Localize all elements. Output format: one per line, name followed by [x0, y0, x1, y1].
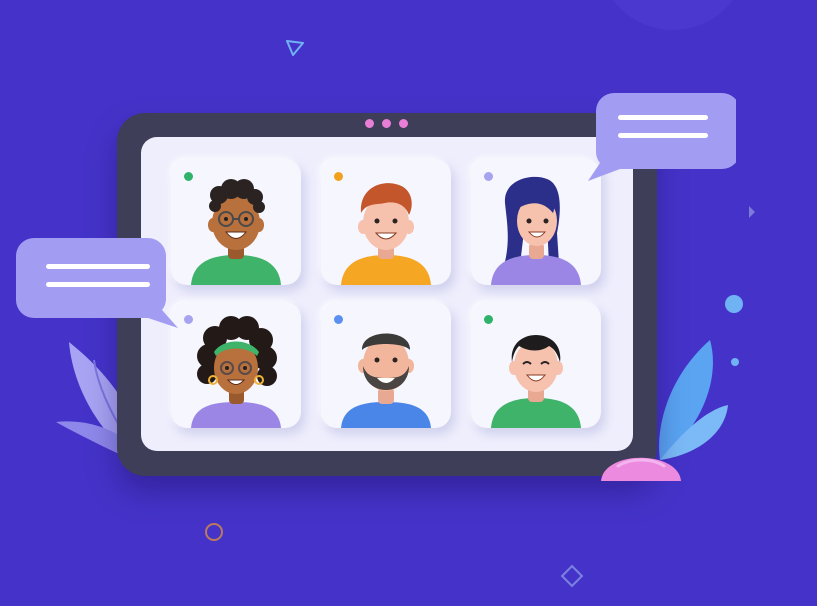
man-curly-hair-glasses-avatar-icon — [191, 179, 281, 285]
chat-bubble-icon — [588, 93, 736, 181]
triangle-outline-icon — [286, 40, 304, 56]
diamond-outline-icon — [560, 564, 584, 588]
man-red-hair-avatar-icon — [341, 183, 431, 285]
participant-tile[interactable] — [171, 159, 301, 285]
chat-bubble-left — [14, 236, 180, 330]
participant-tile[interactable] — [471, 302, 601, 428]
camera-dot-icon — [382, 119, 391, 128]
small-triangle-icon — [749, 206, 755, 218]
participant-tile[interactable] — [321, 159, 451, 285]
chat-bubble-right — [588, 91, 736, 183]
chat-bubble-icon — [16, 238, 178, 328]
man-black-hair-avatar-icon — [491, 335, 581, 428]
video-call-screen — [141, 137, 633, 451]
tablet-frame — [117, 113, 657, 476]
pink-dome-icon — [601, 457, 681, 481]
man-bearded-avatar-icon — [341, 333, 431, 428]
blue-dot-small-icon — [731, 358, 739, 366]
camera-dot-icon — [399, 119, 408, 128]
background-circle — [598, 0, 748, 30]
camera-dot-icon — [365, 119, 374, 128]
participant-tile[interactable] — [171, 302, 301, 428]
woman-curly-hair-headband-avatar-icon — [191, 316, 281, 428]
blue-dot-icon — [725, 295, 743, 313]
camera-dots — [365, 119, 408, 128]
participant-tile[interactable] — [471, 159, 601, 285]
ring-outline-icon — [205, 523, 223, 541]
woman-long-hair-avatar-icon — [491, 176, 581, 285]
participant-tile[interactable] — [321, 302, 451, 428]
